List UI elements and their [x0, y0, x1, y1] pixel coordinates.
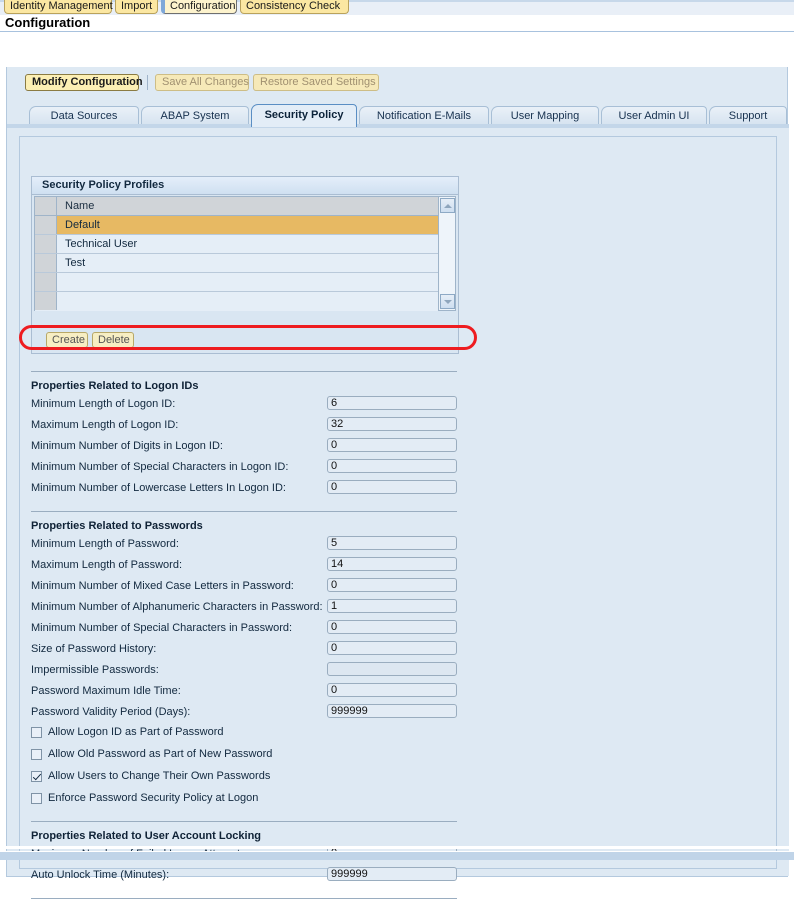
checkbox-allow-old-password-in-new[interactable] — [31, 749, 42, 760]
field-label-password-history-size: Size of Password History: — [31, 643, 157, 655]
field-input-password-validity-period[interactable]: 999999 — [327, 704, 457, 718]
button-label: Restore Saved Settings — [260, 76, 376, 88]
field-label-min-lowercase-logon-id: Minimum Number of Lowercase Letters In L… — [31, 482, 286, 494]
scroll-up-arrow-icon[interactable] — [440, 198, 455, 213]
field-label-min-digits-logon-id: Minimum Number of Digits in Logon ID: — [31, 440, 223, 452]
field-label-password-validity-period: Password Validity Period (Days): — [31, 706, 191, 718]
application-tab-strip: Identity Management Import Configuration… — [0, 0, 794, 15]
field-label-auto-unlock-time: Auto Unlock Time (Minutes): — [31, 869, 170, 881]
row-name: Test — [65, 257, 86, 269]
column-header-name: Name — [65, 200, 95, 212]
field-input-min-lowercase-logon-id[interactable]: 0 — [327, 480, 457, 494]
field-label-impermissible-passwords: Impermissible Passwords: — [31, 664, 159, 676]
field-input-password-max-idle-time[interactable]: 0 — [327, 683, 457, 697]
app-tab-label: Consistency Check — [246, 0, 341, 12]
field-input-max-length-logon-id[interactable]: 32 — [327, 417, 457, 431]
button-label: Delete — [98, 334, 130, 346]
security-policy-profiles-box: Security Policy Profiles Name Default Te… — [31, 176, 459, 354]
security-policy-form: Security Policy Profiles Name Default Te… — [7, 128, 789, 899]
save-all-changes-button[interactable]: Save All Changes — [155, 74, 249, 91]
field-label-max-length-password: Maximum Length of Password: — [31, 559, 183, 571]
field-input-password-history-size[interactable]: 0 — [327, 641, 457, 655]
field-label-min-alphanumeric-password: Minimum Number of Alphanumeric Character… — [31, 601, 323, 613]
scroll-down-arrow-icon[interactable] — [440, 294, 455, 309]
row-select-cell[interactable] — [35, 273, 57, 291]
field-label-min-special-chars-password: Minimum Number of Special Characters in … — [31, 622, 293, 634]
field-label-min-mixed-case-password: Minimum Number of Mixed Case Letters in … — [31, 580, 294, 592]
app-tab-label: Configuration — [170, 0, 236, 12]
select-all-cell[interactable] — [35, 197, 57, 215]
row-select-cell[interactable] — [35, 254, 57, 272]
delete-profile-button[interactable]: Delete — [92, 332, 134, 348]
field-label-min-special-chars-logon-id: Minimum Number of Special Characters in … — [31, 461, 289, 473]
app-tab-label: Identity Management — [10, 0, 113, 12]
table-row[interactable] — [35, 273, 438, 292]
button-label: Create — [52, 334, 86, 346]
section-title-account-locking: Properties Related to User Account Locki… — [31, 830, 262, 842]
field-input-min-digits-logon-id[interactable]: 0 — [327, 438, 457, 452]
toolbar: Modify Configuration Save All Changes Re… — [7, 67, 789, 97]
field-input-min-mixed-case-password[interactable]: 0 — [327, 578, 457, 592]
field-input-min-length-logon-id[interactable]: 6 — [327, 396, 457, 410]
checkbox-label: Allow Old Password as Part of New Passwo… — [48, 748, 273, 760]
table-scrollbar[interactable] — [438, 197, 455, 310]
bottom-status-bar — [0, 851, 794, 860]
restore-saved-settings-button[interactable]: Restore Saved Settings — [253, 74, 379, 91]
create-profile-button[interactable]: Create — [46, 332, 88, 348]
checkbox-allow-users-change-own-passwords[interactable] — [31, 771, 42, 782]
field-input-impermissible-passwords[interactable] — [327, 662, 457, 676]
field-input-min-length-password[interactable]: 5 — [327, 536, 457, 550]
row-select-cell[interactable] — [35, 292, 57, 310]
outer-frame: Modify Configuration Save All Changes Re… — [0, 32, 794, 899]
table-row[interactable]: Default — [35, 216, 438, 235]
app-tab-consistency-check[interactable]: Consistency Check — [240, 0, 349, 14]
checkbox-enforce-password-policy-at-logon[interactable] — [31, 793, 42, 804]
table-row[interactable]: Technical User — [35, 235, 438, 254]
section-divider — [31, 371, 457, 372]
section-divider — [31, 821, 457, 822]
checkbox-label: Allow Users to Change Their Own Password… — [48, 770, 271, 782]
field-input-auto-unlock-time[interactable]: 999999 — [327, 867, 457, 881]
checkbox-allow-logon-id-in-password[interactable] — [31, 727, 42, 738]
app-tab-configuration[interactable]: Configuration — [161, 0, 237, 14]
profiles-caption: Security Policy Profiles — [32, 177, 458, 195]
row-name — [58, 292, 438, 310]
row-select-cell[interactable] — [35, 216, 57, 234]
modify-configuration-button[interactable]: Modify Configuration — [25, 74, 143, 91]
checkbox-label: Enforce Password Security Policy at Logo… — [48, 792, 259, 804]
section-divider — [31, 511, 457, 512]
profiles-button-bar: Create Delete — [34, 329, 456, 351]
toolbar-separator — [147, 75, 148, 90]
button-label: Save All Changes — [162, 76, 249, 88]
tab-label: Security Policy — [264, 109, 344, 121]
tab-security-policy[interactable]: Security Policy — [251, 104, 357, 127]
row-name: Default — [65, 219, 100, 231]
field-input-max-length-password[interactable]: 14 — [327, 557, 457, 571]
field-label-password-max-idle-time: Password Maximum Idle Time: — [31, 685, 181, 697]
page-title: Configuration — [5, 15, 91, 30]
table-row[interactable]: Test — [35, 254, 438, 273]
field-input-min-alphanumeric-password[interactable]: 1 — [327, 599, 457, 613]
field-label-max-length-logon-id: Maximum Length of Logon ID: — [31, 419, 179, 431]
button-label: Modify Configuration — [32, 76, 143, 88]
field-label-min-length-password: Minimum Length of Password: — [31, 538, 179, 550]
row-name: Technical User — [65, 238, 138, 250]
field-input-min-special-chars-logon-id[interactable]: 0 — [327, 459, 457, 473]
configuration-panel: Modify Configuration Save All Changes Re… — [6, 67, 789, 899]
table-header-row: Name — [35, 197, 438, 216]
row-name — [58, 273, 438, 291]
section-title-passwords: Properties Related to Passwords — [31, 520, 203, 532]
row-select-cell[interactable] — [35, 235, 57, 253]
app-tab-import[interactable]: Import — [115, 0, 158, 14]
profiles-table: Name Default Technical User Test — [34, 196, 456, 311]
app-tab-label: Import — [121, 0, 153, 12]
field-input-min-special-chars-password[interactable]: 0 — [327, 620, 457, 634]
field-label-min-length-logon-id: Minimum Length of Logon ID: — [31, 398, 176, 410]
table-row[interactable] — [35, 292, 438, 311]
section-title-logon-ids: Properties Related to Logon IDs — [31, 380, 199, 392]
app-tab-identity-management[interactable]: Identity Management — [4, 0, 113, 14]
checkbox-label: Allow Logon ID as Part of Password — [48, 726, 224, 738]
